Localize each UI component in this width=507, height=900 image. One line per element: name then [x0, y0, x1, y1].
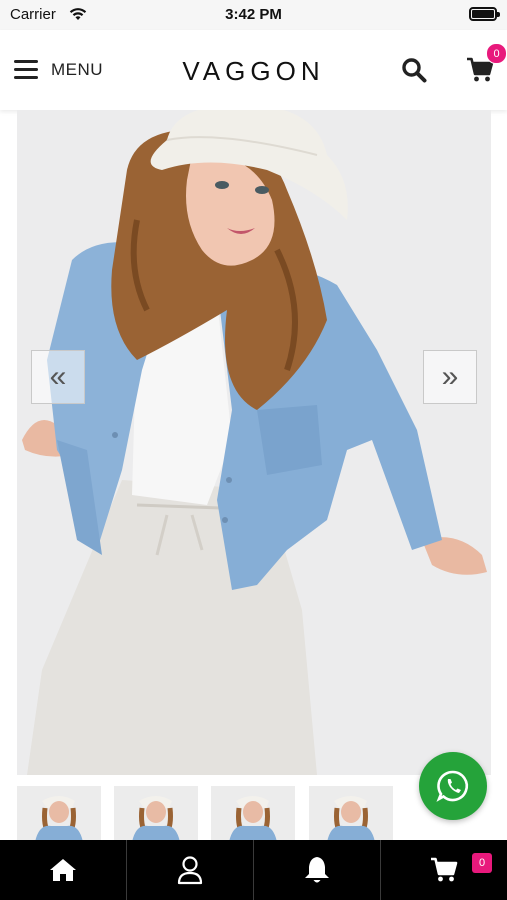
double-chevron-right-icon: » [441, 360, 459, 393]
app-header: MENU VAGGON [0, 30, 507, 110]
thumbnail-2[interactable] [114, 786, 198, 842]
status-bar: Carrier 3:42 PM [0, 0, 507, 30]
nav-cart-count-badge: 0 [472, 853, 492, 873]
bottom-navigation [0, 840, 507, 900]
cart-icon [431, 857, 458, 882]
home-icon [50, 859, 76, 881]
slider-prev-button[interactable]: « [31, 350, 85, 404]
cart-count-badge: 0 [486, 43, 507, 64]
clock: 3:42 PM [225, 6, 282, 23]
brand-logo[interactable]: VAGGON [0, 56, 507, 87]
product-image-slider[interactable]: « » [17, 110, 491, 775]
search-icon[interactable] [401, 57, 427, 83]
product-photo [17, 110, 491, 775]
user-icon [177, 856, 203, 885]
thumbnail-3[interactable] [211, 786, 295, 842]
bell-icon [305, 857, 329, 883]
whatsapp-button[interactable] [419, 752, 487, 820]
double-chevron-left-icon: « [49, 360, 67, 393]
slider-next-button[interactable]: » [423, 350, 477, 404]
nav-account[interactable] [127, 840, 254, 900]
nav-notifications[interactable] [254, 840, 381, 900]
thumbnail-4[interactable] [309, 786, 393, 842]
battery-icon [469, 7, 500, 21]
thumbnail-1[interactable] [17, 786, 101, 842]
nav-home[interactable] [0, 840, 127, 900]
whatsapp-icon [436, 770, 469, 802]
